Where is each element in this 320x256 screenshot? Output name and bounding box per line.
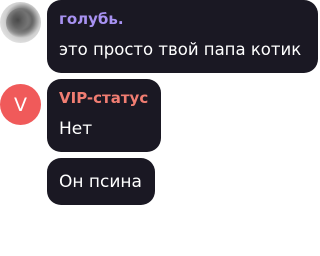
user-avatar-letter[interactable]: V <box>0 84 41 125</box>
avatar-initial: V <box>14 93 27 116</box>
message-bubble[interactable]: Он псина <box>47 158 155 205</box>
chat-log: голубь. это просто твой папа котик V VIP… <box>0 0 320 256</box>
message-text: Нет <box>59 119 93 139</box>
message-text: это просто твой папа котик <box>59 40 302 59</box>
message-bubble[interactable]: голубь. это просто твой папа котик <box>47 0 318 73</box>
message-text: Он псина <box>59 172 142 192</box>
message-bubble[interactable]: VIP-статус Нет <box>47 79 161 152</box>
message-author[interactable]: голубь. <box>59 10 124 28</box>
user-avatar-photo[interactable] <box>0 2 41 43</box>
message-author[interactable]: VIP-статус <box>59 89 148 107</box>
